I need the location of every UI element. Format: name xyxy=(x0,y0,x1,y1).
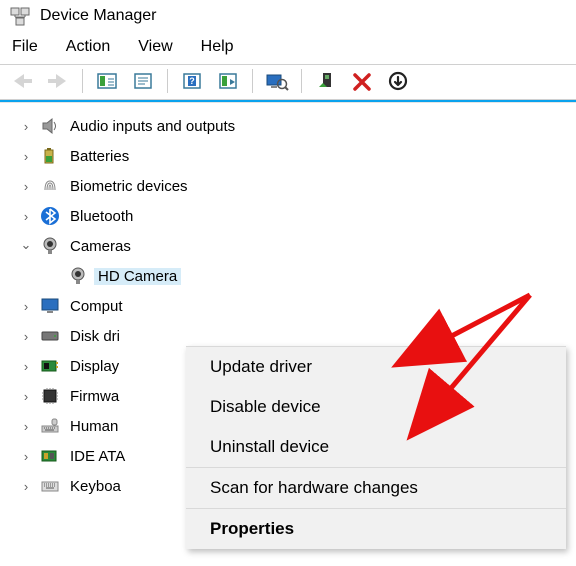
toolbar: ? xyxy=(0,64,576,100)
tree-label: Disk dri xyxy=(66,328,124,345)
uninstall-device-button[interactable] xyxy=(346,67,378,95)
menu-help[interactable]: Help xyxy=(201,38,234,56)
svg-text:?: ? xyxy=(189,76,195,86)
toolbar-separator xyxy=(252,69,253,93)
chevron-right-icon[interactable]: › xyxy=(18,299,34,314)
monitor-icon xyxy=(40,296,60,316)
chevron-right-icon[interactable]: › xyxy=(18,359,34,374)
tree-label: Display xyxy=(66,358,123,375)
fingerprint-icon xyxy=(40,176,60,196)
tree-item-batteries[interactable]: › Batteries xyxy=(0,141,576,171)
help-button[interactable]: ? xyxy=(176,67,208,95)
camera-icon xyxy=(68,266,88,286)
tree-label: Firmwa xyxy=(66,388,123,405)
ide-icon xyxy=(40,446,60,466)
show-hide-console-button[interactable] xyxy=(91,67,123,95)
menubar: File Action View Help xyxy=(0,34,576,64)
context-menu: Update driver Disable device Uninstall d… xyxy=(186,346,566,549)
tree-label: Batteries xyxy=(66,148,133,165)
chevron-right-icon[interactable]: › xyxy=(18,209,34,224)
context-scan-hardware[interactable]: Scan for hardware changes xyxy=(186,468,566,508)
chevron-right-icon[interactable]: › xyxy=(18,329,34,344)
menu-action[interactable]: Action xyxy=(66,38,110,56)
keyboard-icon xyxy=(40,476,60,496)
tree-label: HD Camera xyxy=(94,268,181,285)
tree-label: Keyboa xyxy=(66,478,125,495)
tree-label: Human xyxy=(66,418,122,435)
chevron-down-icon[interactable]: ⌄ xyxy=(18,237,34,253)
chevron-right-icon[interactable]: › xyxy=(18,149,34,164)
tree-label: Comput xyxy=(66,298,127,315)
tree-label: Bluetooth xyxy=(66,208,137,225)
disable-button[interactable] xyxy=(382,67,414,95)
forward-button xyxy=(42,67,74,95)
titlebar: Device Manager xyxy=(0,0,576,34)
display-adapter-icon xyxy=(40,356,60,376)
chevron-right-icon[interactable]: › xyxy=(18,389,34,404)
context-uninstall-device[interactable]: Uninstall device xyxy=(186,427,566,467)
chevron-right-icon[interactable]: › xyxy=(18,119,34,134)
menu-view[interactable]: View xyxy=(138,38,172,56)
toolbar-separator xyxy=(82,69,83,93)
battery-icon xyxy=(40,146,60,166)
toolbar-separator xyxy=(301,69,302,93)
speaker-icon xyxy=(40,116,60,136)
tree-label: Cameras xyxy=(66,238,135,255)
tree-item-hd-camera[interactable]: HD Camera xyxy=(0,261,576,291)
toolbar-separator xyxy=(167,69,168,93)
tree-item-cameras[interactable]: ⌄ Cameras xyxy=(0,231,576,261)
update-driver-button[interactable] xyxy=(310,67,342,95)
context-update-driver[interactable]: Update driver xyxy=(186,347,566,387)
tree-item-computer[interactable]: › Comput xyxy=(0,291,576,321)
context-properties[interactable]: Properties xyxy=(186,509,566,549)
tree-item-bluetooth[interactable]: › Bluetooth xyxy=(0,201,576,231)
camera-icon xyxy=(40,236,60,256)
chip-icon xyxy=(40,386,60,406)
context-disable-device[interactable]: Disable device xyxy=(186,387,566,427)
tree-item-audio[interactable]: › Audio inputs and outputs xyxy=(0,111,576,141)
tree-label: Audio inputs and outputs xyxy=(66,118,239,135)
scan-hardware-button[interactable] xyxy=(261,67,293,95)
chevron-right-icon[interactable]: › xyxy=(18,449,34,464)
properties-button[interactable] xyxy=(127,67,159,95)
tree-label: IDE ATA xyxy=(66,448,129,465)
action-button[interactable] xyxy=(212,67,244,95)
device-manager-icon xyxy=(10,6,30,26)
bluetooth-icon xyxy=(40,206,60,226)
chevron-right-icon[interactable]: › xyxy=(18,419,34,434)
hid-icon xyxy=(40,416,60,436)
window-title: Device Manager xyxy=(40,7,157,25)
menu-file[interactable]: File xyxy=(12,38,38,56)
back-button xyxy=(6,67,38,95)
chevron-right-icon[interactable]: › xyxy=(18,179,34,194)
tree-item-biometric[interactable]: › Biometric devices xyxy=(0,171,576,201)
chevron-right-icon[interactable]: › xyxy=(18,479,34,494)
tree-label: Biometric devices xyxy=(66,178,192,195)
disk-icon xyxy=(40,326,60,346)
